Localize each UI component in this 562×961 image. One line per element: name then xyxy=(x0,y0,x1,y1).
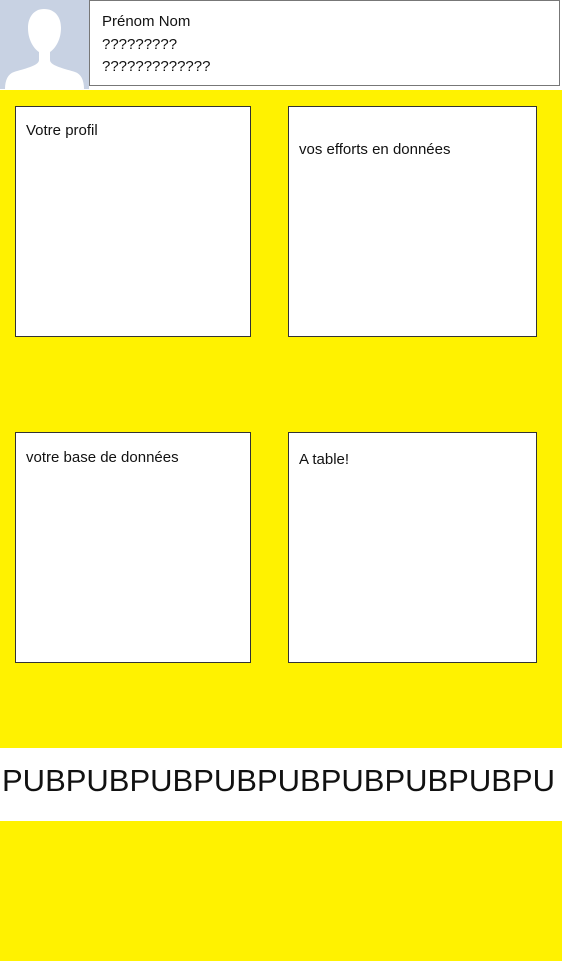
profile-name: Prénom Nom xyxy=(102,13,191,30)
efforts-card-title: vos efforts en données xyxy=(299,141,451,158)
avatar[interactable] xyxy=(0,0,89,89)
table-card[interactable]: A table! xyxy=(288,432,537,663)
ad-banner[interactable]: PUBPUBPUBPUBPUBPUBPUBPUBPU xyxy=(0,748,562,821)
database-card[interactable]: votre base de données xyxy=(15,432,251,663)
profile-info-line-2: ????????????? xyxy=(102,58,211,75)
efforts-card[interactable]: vos efforts en données xyxy=(288,106,537,337)
profile-info-line-1: ????????? xyxy=(102,36,178,53)
profile-header: Prénom Nom ????????? ????????????? xyxy=(0,0,562,90)
database-card-title: votre base de données xyxy=(26,449,179,466)
profile-card-title: Votre profil xyxy=(26,122,98,139)
user-silhouette-icon xyxy=(0,0,89,89)
profile-name-card[interactable]: Prénom Nom ????????? ????????????? xyxy=(89,0,560,86)
table-card-title: A table! xyxy=(299,451,350,468)
dashboard-area: Votre profil vos efforts en données votr… xyxy=(0,90,562,961)
ad-banner-text: PUBPUBPUBPUBPUBPUBPUBPUBPU xyxy=(2,763,555,798)
profile-card[interactable]: Votre profil xyxy=(15,106,251,337)
